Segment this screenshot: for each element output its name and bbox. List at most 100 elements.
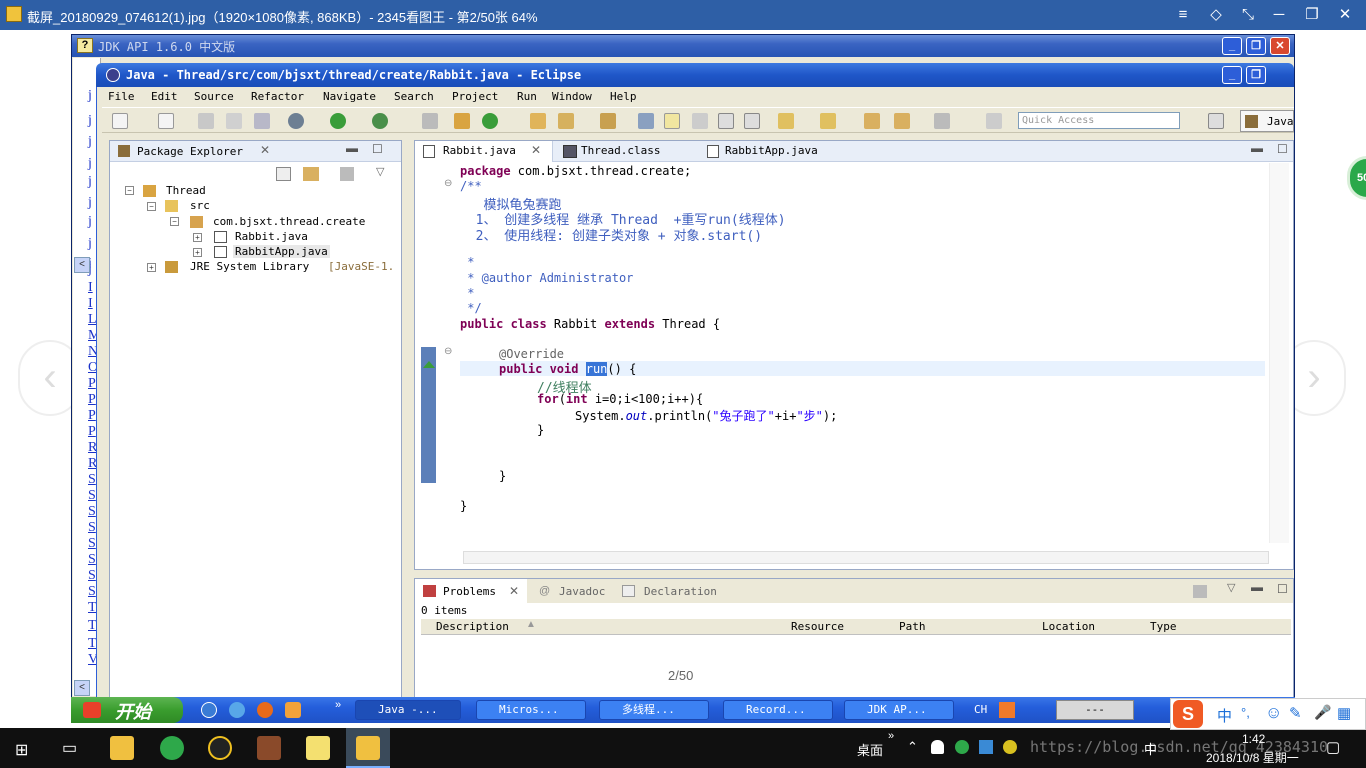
horizontal-scrollbar[interactable] <box>463 551 1269 564</box>
ime-mode-chinese[interactable]: 中 <box>1217 705 1232 726</box>
task-java-eclipse[interactable]: Java -... <box>355 700 461 720</box>
skin-icon[interactable]: ◇ <box>1205 4 1227 26</box>
code-line-6[interactable]: * <box>460 255 474 269</box>
jdk-class-link[interactable]: j <box>88 113 92 129</box>
fold-icon[interactable]: ⊖ <box>444 346 452 357</box>
column-location[interactable]: Location <box>1042 620 1095 633</box>
jdk-class-link[interactable]: S <box>88 472 96 488</box>
tree-project[interactable]: Thread <box>166 184 206 197</box>
open-task-icon[interactable] <box>600 113 616 129</box>
task-view-icon[interactable]: ▭ <box>62 738 77 758</box>
save-icon[interactable] <box>198 113 214 129</box>
game-icon[interactable] <box>257 736 281 760</box>
code-line-11[interactable]: @Override <box>499 347 564 361</box>
firefox-icon[interactable] <box>257 702 273 718</box>
tab-thread-class[interactable]: Thread.class <box>581 144 660 157</box>
tree-collapse-icon[interactable]: − <box>147 202 156 211</box>
menu-search[interactable]: Search <box>394 90 434 103</box>
code-line-14[interactable]: for(int i=0;i<100;i++){ <box>537 392 703 406</box>
minimize-icon[interactable]: ─ <box>1268 4 1290 26</box>
more-icon[interactable]: » <box>335 699 341 711</box>
forward-icon[interactable] <box>934 113 950 129</box>
close-icon[interactable]: ✕ <box>1334 4 1356 26</box>
package-explorer-tab[interactable]: Package Explorer ✕ ▬ ☐ <box>110 141 401 162</box>
start-button[interactable]: 开始 <box>71 697 183 723</box>
jdk-minimize-button[interactable]: _ <box>1222 37 1242 55</box>
fullscreen-icon[interactable]: ⤡ <box>1237 4 1259 26</box>
column-description[interactable]: Description <box>436 620 509 633</box>
menu-window[interactable]: Window <box>552 90 592 103</box>
mark-occurrences-icon[interactable] <box>638 113 654 129</box>
ime-handwrite-icon[interactable]: ✎ <box>1289 704 1302 722</box>
jdk-class-link[interactable]: P <box>88 376 96 392</box>
jdk-class-link[interactable]: j <box>88 174 92 190</box>
tab-problems[interactable]: Problems ✕ <box>415 579 527 603</box>
maximize-view-icon[interactable]: ☐ <box>372 142 383 156</box>
back-icon[interactable] <box>894 113 910 129</box>
prev-annotation-icon[interactable] <box>820 113 836 129</box>
maximize-editor-icon[interactable]: ☐ <box>1277 142 1288 156</box>
view-dropdown-icon[interactable]: ▽ <box>1227 581 1235 594</box>
task-multithread[interactable]: 多线程... <box>599 700 709 720</box>
menu-icon[interactable]: ≡ <box>1172 4 1194 26</box>
tree-collapse-icon[interactable]: − <box>125 186 134 195</box>
menu-project[interactable]: Project <box>452 90 498 103</box>
new-java-class-icon[interactable] <box>482 113 498 129</box>
jdk-scroll-left-button-2[interactable]: < <box>74 680 90 696</box>
image-viewer-taskbar-button[interactable] <box>346 728 390 768</box>
jdk-class-link[interactable]: S <box>88 552 96 568</box>
code-line-2[interactable]: /** <box>460 179 482 193</box>
jdk-class-link[interactable]: S <box>88 536 96 552</box>
tab-rabbit-java[interactable]: Rabbit.java ✕ <box>415 141 553 162</box>
minimize-editor-icon[interactable]: ▬ <box>1251 141 1263 155</box>
ie-icon[interactable] <box>201 702 217 718</box>
code-line-7[interactable]: * @author Administrator <box>460 271 633 285</box>
jdk-class-link[interactable]: P <box>88 392 96 408</box>
tray-plus-icon[interactable] <box>1003 740 1017 754</box>
xp-language-indicator[interactable]: CH <box>974 703 987 716</box>
action-center-icon[interactable]: ▢ <box>1326 738 1340 756</box>
save-all-icon[interactable] <box>226 113 242 129</box>
tree-rabbit-java[interactable]: Rabbit.java <box>235 230 308 243</box>
jdk-class-link[interactable]: S <box>88 568 96 584</box>
jdk-class-link[interactable]: S <box>88 584 96 600</box>
tray-expand-icon[interactable]: ⌃ <box>907 739 918 755</box>
code-line-5[interactable]: 2、 使用线程: 创建子类对象 + 对象.start() <box>460 225 762 244</box>
more-icon[interactable]: » <box>888 730 894 742</box>
code-line-9[interactable]: */ <box>460 301 481 315</box>
tree-collapse-icon[interactable]: − <box>170 217 179 226</box>
print-icon[interactable] <box>254 113 270 129</box>
tree-package[interactable]: com.bjsxt.thread.create <box>213 215 365 228</box>
menu-navigate[interactable]: Navigate <box>323 90 376 103</box>
jdk-class-link[interactable]: j <box>88 88 92 104</box>
app-icon[interactable] <box>285 702 301 718</box>
column-resource[interactable]: Resource <box>791 620 844 633</box>
close-tab-icon[interactable]: ✕ <box>531 143 541 157</box>
tree-jre[interactable]: JRE System Library <box>190 260 309 273</box>
debug-icon[interactable] <box>288 113 304 129</box>
tree-expand-icon[interactable]: + <box>193 248 202 257</box>
java-perspective-button[interactable]: Java <box>1240 110 1294 132</box>
last-edit-icon[interactable] <box>864 113 880 129</box>
external-tools-icon[interactable] <box>372 113 388 129</box>
ime-emoji-icon[interactable]: ☺ <box>1265 703 1282 723</box>
help-app-icon[interactable] <box>306 736 330 760</box>
quick-access-input[interactable]: Quick Access <box>1018 112 1180 129</box>
task-record[interactable]: Record... <box>723 700 833 720</box>
next-annotation-icon[interactable] <box>778 113 794 129</box>
block-selection-icon[interactable] <box>692 113 708 129</box>
menu-edit[interactable]: Edit <box>151 90 178 103</box>
ime-toolbox-icon[interactable]: ▦ <box>1337 704 1351 722</box>
code-line-15[interactable]: System.out.println("兔子跑了"+i+"步"); <box>575 407 837 424</box>
tab-rabbitapp-java[interactable]: RabbitApp.java <box>725 144 818 157</box>
new-package-icon[interactable] <box>454 113 470 129</box>
show-whitespace-icon[interactable] <box>718 113 734 129</box>
notification-bell-icon[interactable] <box>931 740 944 754</box>
jdk-class-link[interactable]: P <box>88 408 96 424</box>
jdk-scroll-left-button[interactable]: < <box>74 257 90 273</box>
collapse-all-icon[interactable] <box>276 167 291 181</box>
ime-indicator[interactable]: 中 <box>1144 739 1157 758</box>
jdk-class-link[interactable]: S <box>88 488 96 504</box>
desktop-label[interactable]: 桌面 <box>857 740 883 759</box>
jdk-class-link[interactable]: I <box>88 296 93 312</box>
